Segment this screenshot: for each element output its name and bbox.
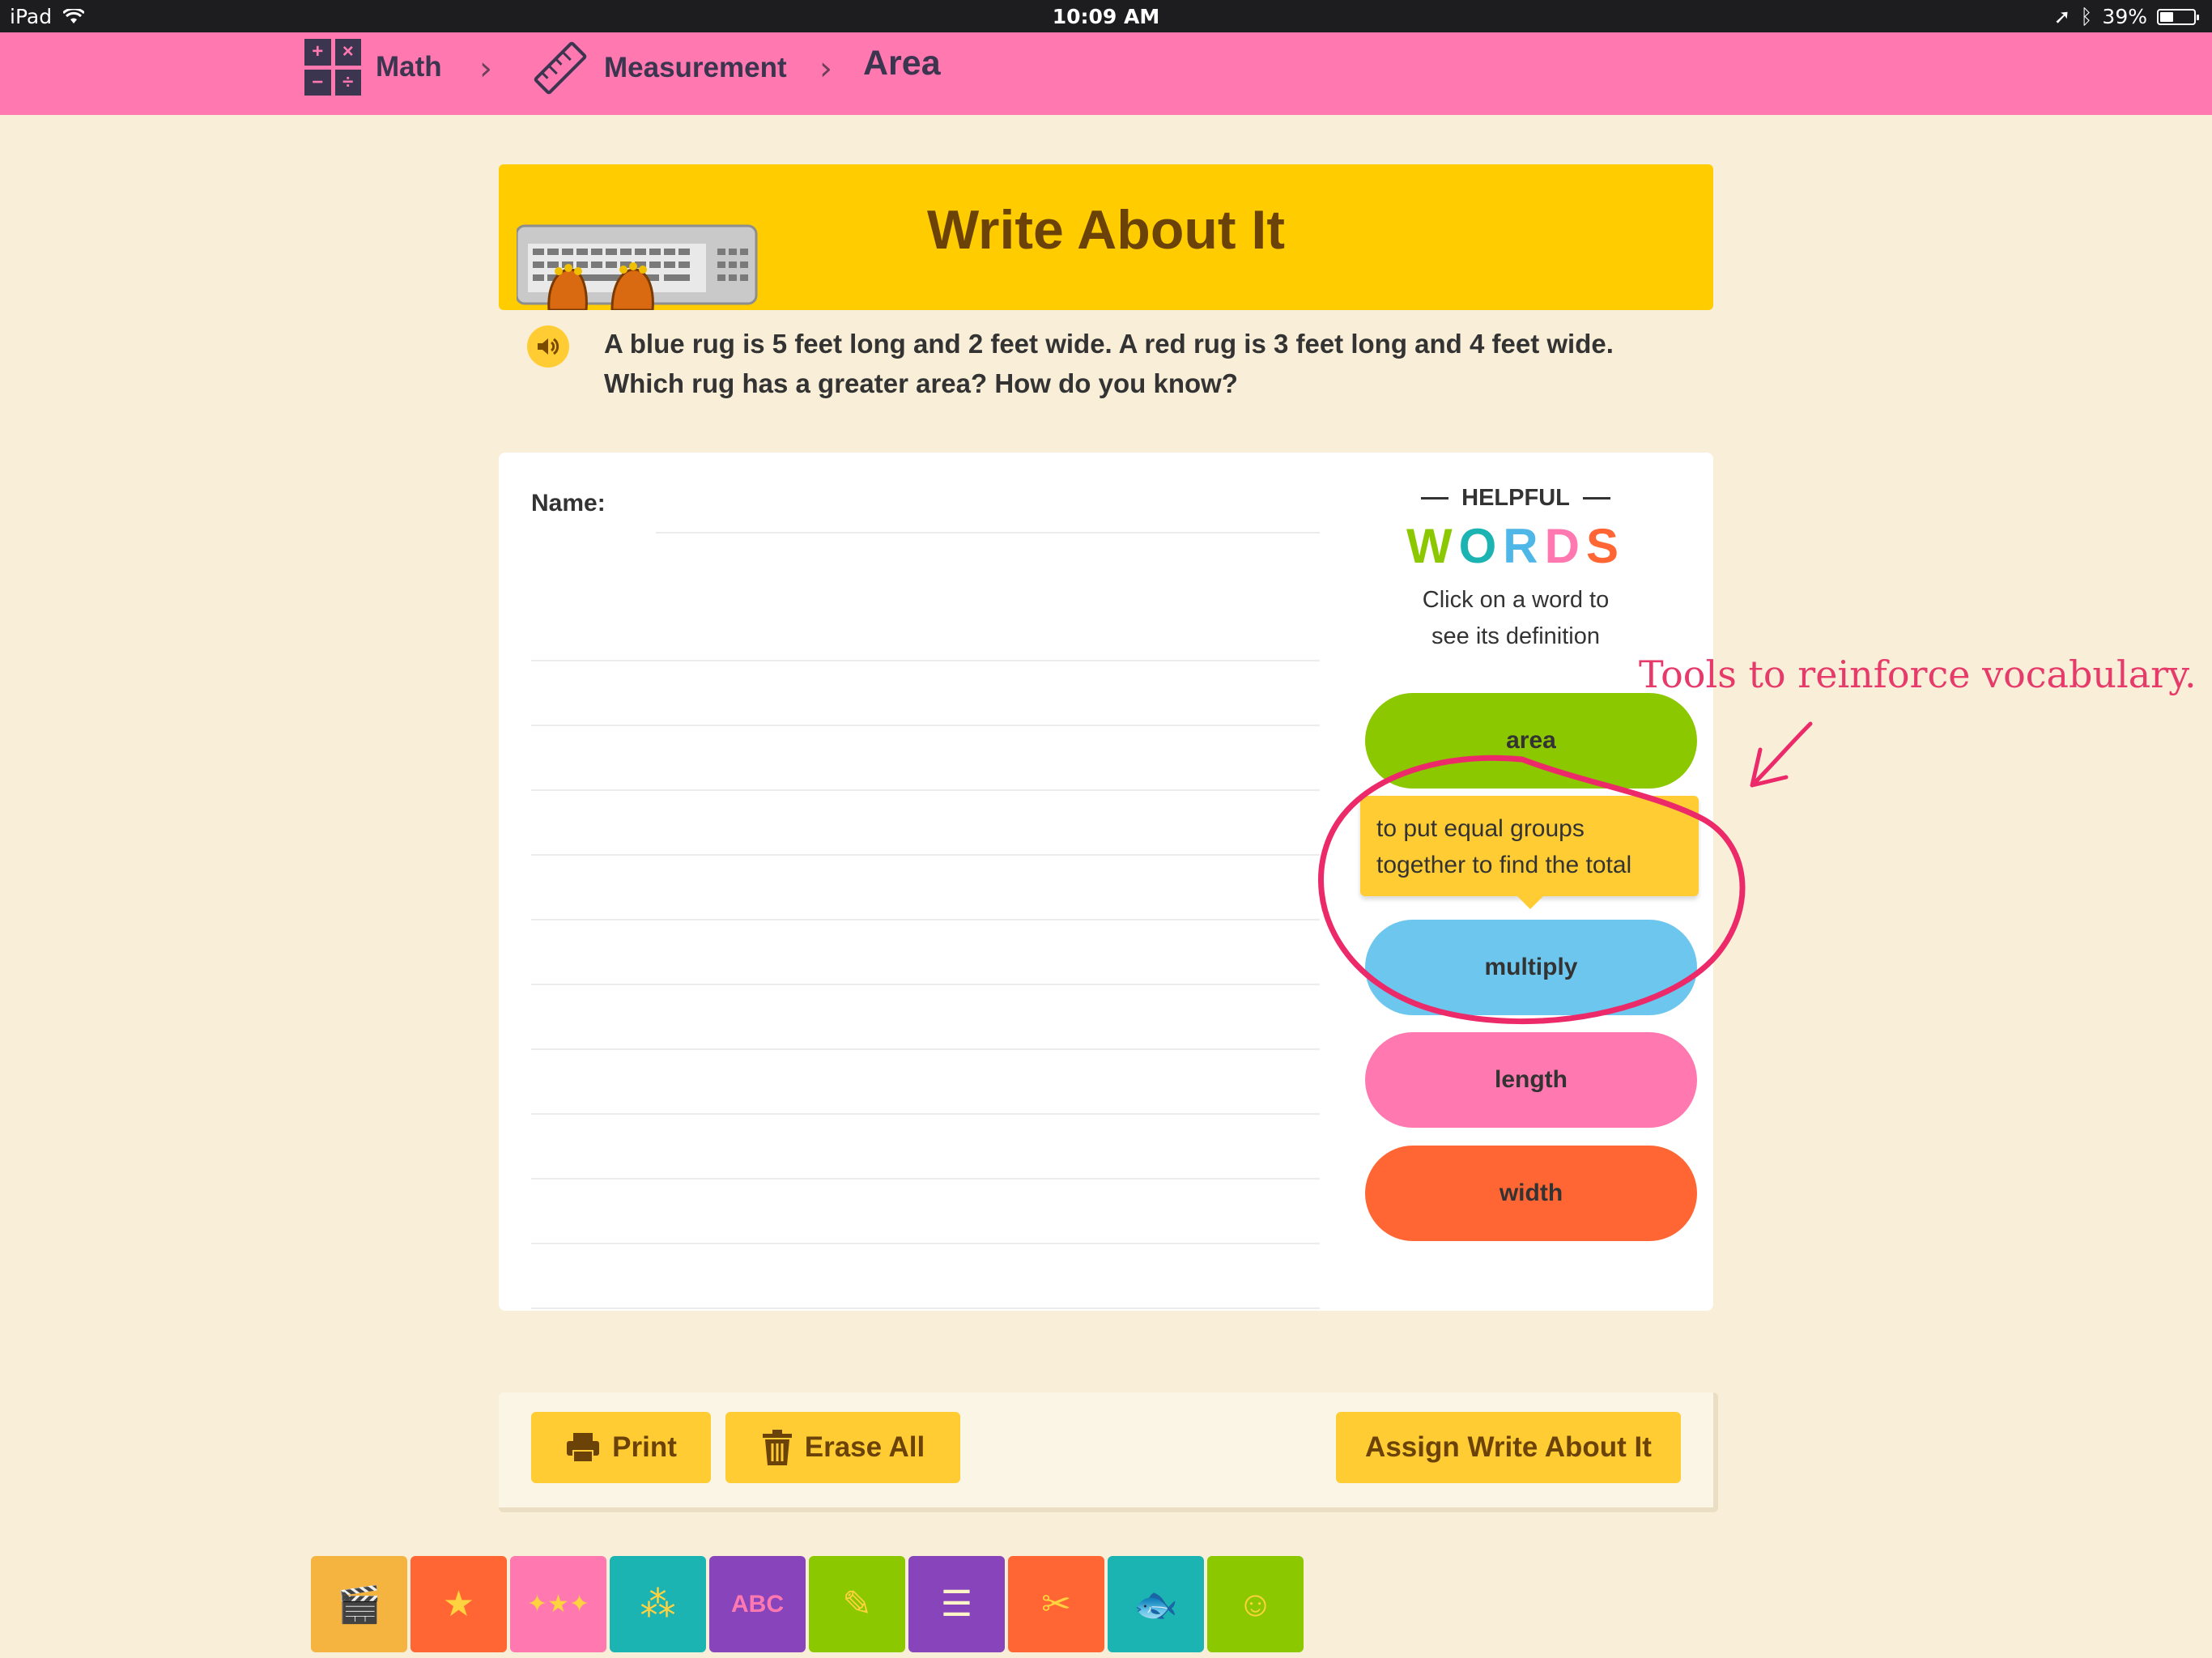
- writing-line[interactable]: [531, 597, 1320, 661]
- writing-line[interactable]: [531, 791, 1320, 856]
- activity-tile[interactable]: ☺: [1207, 1556, 1304, 1652]
- writing-line[interactable]: [531, 1180, 1320, 1244]
- clapperboard-icon: 🎬: [337, 1584, 381, 1625]
- status-time: 10:09 AM: [1052, 5, 1160, 28]
- writing-area[interactable]: [531, 597, 1320, 1309]
- helpful-subtitle: Click on a word to see its definition: [1422, 587, 1610, 649]
- writing-line[interactable]: [531, 661, 1320, 726]
- helpful-words-panel: HELPFUL WORDS Click on a word to see its…: [1362, 485, 1670, 655]
- network-icon: ⁂: [640, 1584, 676, 1624]
- activity-tile[interactable]: ✎: [809, 1556, 905, 1652]
- name-label: Name:: [531, 490, 606, 517]
- action-bar: Print Erase All Assign Write About It: [499, 1392, 1718, 1512]
- writing-line[interactable]: [531, 726, 1320, 791]
- star-icon: ★: [442, 1584, 475, 1624]
- breadcrumb-measurement-label: Measurement: [604, 52, 787, 83]
- page-title: Write About It: [927, 199, 1285, 261]
- battery-percent: 39%: [2102, 5, 2147, 28]
- words-title: WORDS: [1406, 519, 1626, 573]
- helpful-heading: HELPFUL: [1362, 485, 1670, 512]
- breadcrumb-math[interactable]: + × − ÷ Math: [304, 39, 442, 96]
- pencil-icon: ✎: [842, 1584, 872, 1624]
- erase-all-label: Erase All: [804, 1431, 925, 1463]
- question-text: A blue rug is 5 feet long and 2 feet wid…: [604, 329, 1614, 398]
- print-button[interactable]: Print: [531, 1412, 711, 1483]
- breadcrumb-math-label: Math: [376, 51, 442, 83]
- scissors-icon: ✂: [1041, 1584, 1071, 1624]
- assign-button[interactable]: Assign Write About It: [1336, 1412, 1681, 1483]
- definition-tooltip: to put equal groups together to find the…: [1360, 796, 1699, 909]
- breadcrumb-area-label: Area: [863, 44, 941, 83]
- ruler-icon: [534, 41, 587, 95]
- smiley-icon: ☺: [1237, 1584, 1274, 1624]
- annotation-text: Tools to reinforce vocabulary.: [1639, 653, 2197, 696]
- erase-all-button[interactable]: Erase All: [725, 1412, 960, 1483]
- speaker-icon: [538, 338, 559, 355]
- word-multiply-button[interactable]: multiply: [1365, 920, 1697, 1015]
- activity-tile[interactable]: ★: [410, 1556, 507, 1652]
- breadcrumb: + × − ÷ Math › Measurement › Area: [0, 32, 2212, 115]
- activity-tiles: 🎬 ★ ✦★✦ ⁂ ABC ✎ ☰ ✂ 🐟 ☺: [311, 1556, 1304, 1652]
- math-operations-icon: + × − ÷: [304, 39, 361, 96]
- write-about-it-banner: Write About It: [499, 164, 1713, 310]
- fish-icon: 🐟: [1134, 1584, 1178, 1625]
- stars-icon: ✦★✦: [526, 1591, 590, 1618]
- activity-tile[interactable]: 🎬: [311, 1556, 407, 1652]
- status-bar: iPad 10:09 AM ➚ ᛒ 39%: [0, 0, 2212, 32]
- location-icon: ➚: [2053, 5, 2071, 28]
- word-width-button[interactable]: width: [1365, 1146, 1697, 1241]
- chevron-right-icon: ›: [819, 50, 832, 87]
- activity-tile[interactable]: 🐟: [1108, 1556, 1204, 1652]
- trash-icon: [762, 1430, 792, 1465]
- speaker-button[interactable]: [527, 325, 569, 368]
- activity-tile[interactable]: ✦★✦: [510, 1556, 606, 1652]
- print-label: Print: [612, 1431, 677, 1463]
- word-length-button[interactable]: length: [1365, 1032, 1697, 1128]
- annotation-arrow: [1750, 721, 1813, 788]
- activity-tile[interactable]: ✂: [1008, 1556, 1104, 1652]
- battery-icon: [2157, 8, 2199, 25]
- writing-line[interactable]: [531, 985, 1320, 1050]
- printer-icon: [567, 1433, 600, 1463]
- writing-line[interactable]: [531, 920, 1320, 985]
- chevron-right-icon: ›: [479, 50, 492, 87]
- activity-tile[interactable]: ⁂: [610, 1556, 706, 1652]
- bluetooth-icon: ᛒ: [2080, 5, 2093, 28]
- breadcrumb-area: Area: [863, 44, 941, 83]
- definition-text: to put equal groups together to find the…: [1376, 815, 1632, 878]
- word-area-button[interactable]: area: [1365, 693, 1697, 789]
- activity-tile[interactable]: ☰: [908, 1556, 1005, 1652]
- notepad-icon: ☰: [940, 1584, 973, 1624]
- writing-line[interactable]: [531, 1244, 1320, 1309]
- status-right: ➚ ᛒ 39%: [2053, 5, 2199, 28]
- writing-line[interactable]: [531, 856, 1320, 920]
- battery-level: [2160, 11, 2173, 22]
- writing-line[interactable]: [531, 1050, 1320, 1115]
- assign-label: Assign Write About It: [1365, 1431, 1652, 1463]
- abc-icon: ABC: [731, 1590, 784, 1618]
- breadcrumb-measurement[interactable]: Measurement: [531, 39, 787, 97]
- writing-card: Name: HELPFUL WORDS Click on a word to s…: [499, 453, 1713, 1311]
- activity-tile[interactable]: ABC: [709, 1556, 806, 1652]
- writing-line[interactable]: [531, 1115, 1320, 1180]
- name-field[interactable]: [656, 532, 1320, 534]
